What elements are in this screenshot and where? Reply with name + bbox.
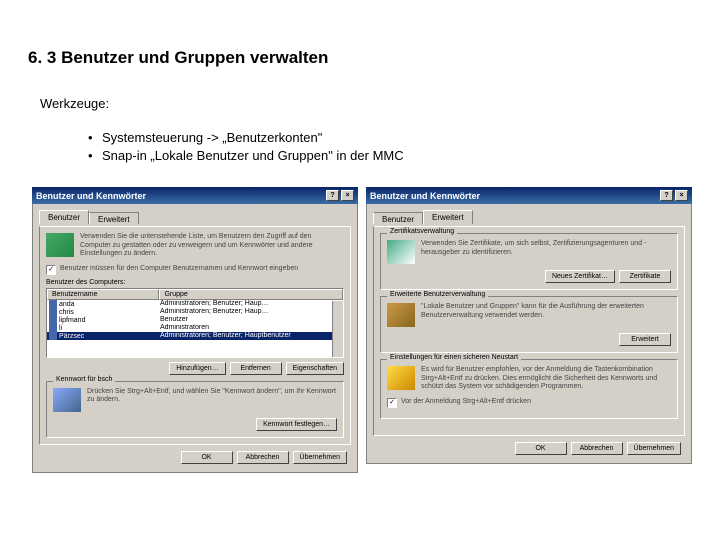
secure-legend: Einstellungen für einen sicheren Neustar… bbox=[387, 354, 521, 361]
secure-text: Es wird für Benutzer empfohlen, vor der … bbox=[421, 366, 671, 391]
cancel-button[interactable]: Abbrechen bbox=[571, 442, 623, 455]
cert-text: Verwenden Sie Zertifikate, um sich selbs… bbox=[421, 240, 671, 257]
advanced-legend: Erweiterte Benutzerverwaltung bbox=[387, 291, 488, 298]
window-title: Benutzer und Kennwörter bbox=[370, 191, 480, 201]
tools-label: Werkzeuge: bbox=[40, 96, 696, 111]
table-row[interactable]: andaAdministratoren; Benutzer; Haup… bbox=[47, 300, 343, 308]
advanced-button[interactable]: Erweitert bbox=[619, 333, 671, 346]
table-row[interactable]: liAdministratoren bbox=[47, 324, 343, 332]
help-button[interactable]: ? bbox=[660, 190, 673, 201]
cert-legend: Zertifikatsverwaltung bbox=[387, 228, 457, 235]
password-legend: Kennwort für bsch bbox=[53, 376, 115, 383]
bullet-item: Snap-in „Lokale Benutzer und Gruppen" in… bbox=[88, 147, 696, 165]
tab-users[interactable]: Benutzer bbox=[373, 212, 423, 224]
dialog-users-advanced: Benutzer und Kennwörter ? × Benutzer Erw… bbox=[366, 187, 692, 472]
bullet-item: Systemsteuerung -> „Benutzerkonten" bbox=[88, 129, 696, 147]
apply-button[interactable]: Übernehmen bbox=[293, 451, 347, 464]
properties-button[interactable]: Eigenschaften bbox=[286, 362, 344, 375]
section-heading: 6. 3 Benutzer und Gruppen verwalten bbox=[28, 48, 696, 68]
tools-list: Systemsteuerung -> „Benutzerkonten" Snap… bbox=[88, 129, 696, 165]
ok-button[interactable]: OK bbox=[181, 451, 233, 464]
password-text: Drücken Sie Strg+Alt+Entf, und wählen Si… bbox=[87, 388, 337, 405]
table-row[interactable]: chrisAdministratoren; Benutzer; Haup… bbox=[47, 308, 343, 316]
scrollbar[interactable] bbox=[332, 301, 343, 357]
users-icon bbox=[46, 233, 74, 257]
certificates-button[interactable]: Zertifikate bbox=[619, 270, 671, 283]
window-title: Benutzer und Kennwörter bbox=[36, 191, 146, 201]
apply-button[interactable]: Übernehmen bbox=[627, 442, 681, 455]
tab-users[interactable]: Benutzer bbox=[39, 210, 89, 224]
ok-button[interactable]: OK bbox=[515, 442, 567, 455]
column-group[interactable]: Gruppe bbox=[159, 289, 343, 300]
titlebar: Benutzer und Kennwörter ? × bbox=[32, 187, 358, 204]
advanced-text: "Lokale Benutzer und Gruppen" kann für d… bbox=[421, 303, 671, 320]
close-button[interactable]: × bbox=[341, 190, 354, 201]
require-login-label: Benutzer müssen für den Computer Benutze… bbox=[60, 265, 298, 273]
intro-text: Verwenden Sie die untenstehende Liste, u… bbox=[80, 233, 344, 258]
remove-button[interactable]: Entfernen bbox=[230, 362, 282, 375]
certificate-icon bbox=[387, 240, 415, 264]
group-icon bbox=[387, 303, 415, 327]
dialog-users-basic: Benutzer und Kennwörter ? × Benutzer Erw… bbox=[32, 187, 358, 472]
secure-login-checkbox[interactable]: ✓ bbox=[387, 398, 397, 408]
users-list-label: Benutzer des Computers: bbox=[46, 279, 344, 286]
computer-icon bbox=[53, 388, 81, 412]
column-username[interactable]: Benutzername bbox=[47, 289, 159, 300]
users-listview[interactable]: Benutzername Gruppe andaAdministratoren;… bbox=[46, 288, 344, 358]
key-icon bbox=[387, 366, 415, 390]
new-certificate-button[interactable]: Neues Zertifikat… bbox=[545, 270, 615, 283]
set-password-button[interactable]: Kennwort festlegen… bbox=[256, 418, 337, 431]
tab-advanced[interactable]: Erweitert bbox=[423, 210, 473, 224]
table-row[interactable]: lipfmandBenutzer bbox=[47, 316, 343, 324]
add-button[interactable]: Hinzufügen… bbox=[169, 362, 225, 375]
titlebar: Benutzer und Kennwörter ? × bbox=[366, 187, 692, 204]
close-button[interactable]: × bbox=[675, 190, 688, 201]
help-button[interactable]: ? bbox=[326, 190, 339, 201]
tab-advanced[interactable]: Erweitert bbox=[89, 212, 139, 224]
cancel-button[interactable]: Abbrechen bbox=[237, 451, 289, 464]
require-login-checkbox[interactable]: ✓ bbox=[46, 265, 56, 275]
table-row-selected[interactable]: PärzsecAdministratoren; Benutzer; Hauptb… bbox=[47, 332, 343, 340]
secure-login-label: Vor der Anmeldung Strg+Alt+Entf drücken bbox=[401, 398, 531, 406]
